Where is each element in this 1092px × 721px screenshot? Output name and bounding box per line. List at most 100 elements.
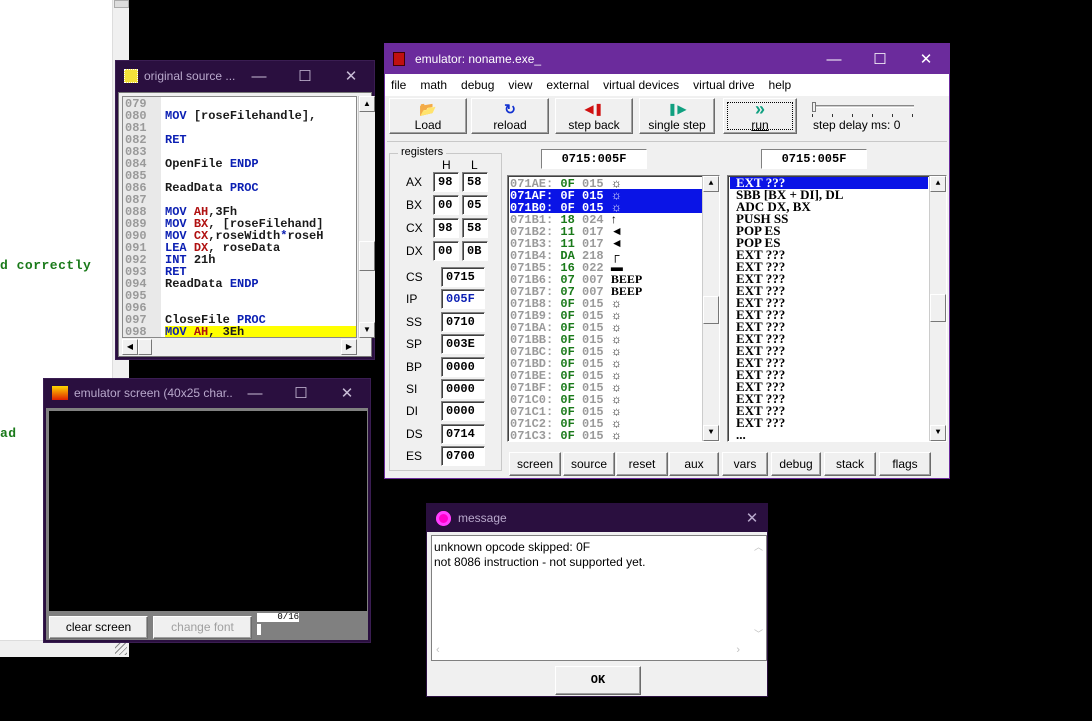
screen-titlebar[interactable]: emulator screen (40x25 char... — ☐ ✕ (44, 379, 370, 407)
register-bp[interactable]: 0000 (441, 356, 485, 377)
minimize-button[interactable]: — (232, 385, 278, 402)
register-si[interactable]: 0000 (441, 379, 485, 399)
step-delay-slider[interactable] (812, 102, 914, 117)
memory-vscrollbar[interactable]: ▲ ▼ (702, 176, 719, 441)
disasm-row[interactable]: ... (730, 428, 928, 441)
screen-button[interactable]: screen (509, 452, 561, 476)
register-dx-low[interactable]: 0B (462, 241, 488, 261)
resize-grip-icon[interactable] (115, 643, 127, 655)
memory-row[interactable]: 071B0: 0F 015 ☼ (510, 201, 703, 214)
close-button[interactable]: ✕ (903, 50, 949, 68)
close-button[interactable]: ✕ (324, 384, 370, 402)
source-vscrollbar[interactable]: ▲ ▼ (358, 96, 375, 338)
menu-external[interactable]: external (546, 78, 589, 92)
register-ip[interactable]: 005F (441, 289, 485, 310)
minimize-button[interactable]: — (236, 68, 282, 85)
scroll-thumb[interactable] (114, 0, 129, 8)
register-ax-high[interactable]: 98 (433, 172, 459, 192)
memory-row[interactable]: 071BF: 0F 015 ☼ (510, 381, 703, 394)
source-hscrollbar[interactable]: ◀ ▶ (122, 339, 357, 356)
memory-row[interactable]: 071BD: 0F 015 ☼ (510, 357, 703, 370)
source-titlebar[interactable]: original source ... — ☐ ✕ (116, 61, 374, 91)
memory-row[interactable]: 071BC: 0F 015 ☼ (510, 345, 703, 358)
source-line[interactable]: 080 MOV [roseFilehandle], (123, 110, 356, 122)
register-cx-low[interactable]: 58 (462, 218, 488, 238)
menu-math[interactable]: math (420, 78, 447, 92)
clear-screen-button[interactable]: clear screen (49, 616, 148, 639)
memory-row[interactable]: 071BB: 0F 015 ☼ (510, 333, 703, 346)
register-di[interactable]: 0000 (441, 401, 485, 422)
scroll-thumb[interactable] (138, 339, 152, 355)
message-titlebar[interactable]: message ✕ (427, 504, 767, 532)
memory-row[interactable]: 071B9: 0F 015 ☼ (510, 309, 703, 322)
memory-row[interactable]: 071B4: DA 218 ┌ (510, 249, 703, 262)
source-line[interactable]: 095 (123, 290, 356, 302)
disasm-address-field[interactable]: 0715:005F (761, 149, 867, 169)
register-ss[interactable]: 0710 (441, 311, 485, 332)
memory-row[interactable]: 071C0: 0F 015 ☼ (510, 393, 703, 406)
scroll-up-icon[interactable]: ▲ (359, 96, 375, 112)
scroll-down-icon[interactable]: ▼ (359, 322, 375, 338)
memory-row[interactable]: 071BA: 0F 015 ☼ (510, 321, 703, 334)
menu-virtual-devices[interactable]: virtual devices (603, 78, 679, 92)
disasm-vscrollbar[interactable]: ▲ ▼ (929, 176, 946, 441)
source-line[interactable]: 081 (123, 122, 356, 134)
run-button[interactable]: » run (723, 98, 797, 134)
source-line[interactable]: 091 LEA DX, roseData (123, 242, 356, 254)
stack-button[interactable]: stack (824, 452, 876, 476)
register-sp[interactable]: 003E (441, 334, 485, 355)
memory-row[interactable]: 071B8: 0F 015 ☼ (510, 297, 703, 310)
memory-row[interactable]: 071B3: 11 017 ◄ (510, 237, 703, 250)
reload-button[interactable]: ↻ reload (471, 98, 549, 134)
source-line[interactable]: 082 RET (123, 134, 356, 146)
source-line[interactable]: 092 INT 21h (123, 254, 356, 266)
menu-debug[interactable]: debug (461, 78, 494, 92)
memory-row[interactable]: 071B6: 07 007 BEEP (510, 273, 703, 286)
scroll-right-icon[interactable]: › (736, 643, 740, 658)
scroll-thumb[interactable] (703, 296, 719, 324)
maximize-button[interactable]: ☐ (857, 50, 903, 68)
minimize-button[interactable]: — (811, 51, 857, 68)
memory-row[interactable]: 071C2: 0F 015 ☼ (510, 417, 703, 430)
reset-button[interactable]: reset (616, 452, 668, 476)
memory-row[interactable]: 071B5: 16 022 ▬ (510, 261, 703, 274)
source-button[interactable]: source (563, 452, 615, 476)
register-bx-low[interactable]: 05 (462, 195, 488, 215)
maximize-button[interactable]: ☐ (282, 67, 328, 85)
scroll-down-icon[interactable]: ﹀ (754, 627, 763, 642)
register-dx-high[interactable]: 00 (433, 241, 459, 261)
flags-button[interactable]: flags (879, 452, 931, 476)
memory-row[interactable]: 071BE: 0F 015 ☼ (510, 369, 703, 382)
register-cs[interactable]: 0715 (441, 267, 485, 287)
menu-file[interactable]: file (391, 78, 406, 92)
scroll-left-icon[interactable]: ‹ (436, 643, 440, 658)
register-cx-high[interactable]: 98 (433, 218, 459, 238)
menu-help[interactable]: help (769, 78, 792, 92)
scroll-up-icon[interactable]: ▲ (703, 176, 719, 192)
slider-thumb[interactable] (812, 102, 816, 112)
source-line[interactable]: 094 ReadData ENDP (123, 278, 356, 290)
aux-button[interactable]: aux (669, 452, 719, 476)
emulator-titlebar[interactable]: emulator: noname.exe_ — ☐ ✕ (385, 44, 949, 74)
disassembly-list[interactable]: EXT ??? SBB [BX + DI], DL ADC DX, BX PUSH S… (727, 175, 947, 442)
scroll-up-icon[interactable]: ︿ (754, 540, 763, 555)
register-es[interactable]: 0700 (441, 446, 485, 467)
scroll-down-icon[interactable]: ▼ (703, 425, 719, 441)
memory-row[interactable]: 071B7: 07 007 BEEP (510, 285, 703, 298)
scroll-left-icon[interactable]: ◀ (122, 339, 138, 355)
scroll-thumb[interactable] (930, 294, 946, 322)
memory-row[interactable]: 071AF: 0F 015 ☼ (510, 189, 703, 202)
menu-view[interactable]: view (508, 78, 532, 92)
register-ds[interactable]: 0714 (441, 423, 485, 444)
source-code-view[interactable]: 079 080 MOV [roseFilehandle], 081 082 RET 083 0… (122, 96, 357, 338)
memory-list[interactable]: 071AE: 0F 015 ☼ 071AF: 0F 015 ☼ 071B0: 0F … (507, 175, 720, 442)
close-button[interactable]: ✕ (328, 67, 374, 85)
debug-button[interactable]: debug (771, 452, 821, 476)
memory-row[interactable]: 071B2: 11 017 ◄ (510, 225, 703, 238)
memory-row[interactable]: 071AE: 0F 015 ☼ (510, 177, 703, 190)
scroll-thumb[interactable] (359, 241, 375, 271)
message-text[interactable]: unknown opcode skipped: 0F not 8086 inst… (431, 535, 767, 661)
scroll-right-icon[interactable]: ▶ (341, 339, 357, 355)
emulated-display[interactable] (49, 411, 367, 611)
change-font-button[interactable]: change font (153, 616, 252, 639)
